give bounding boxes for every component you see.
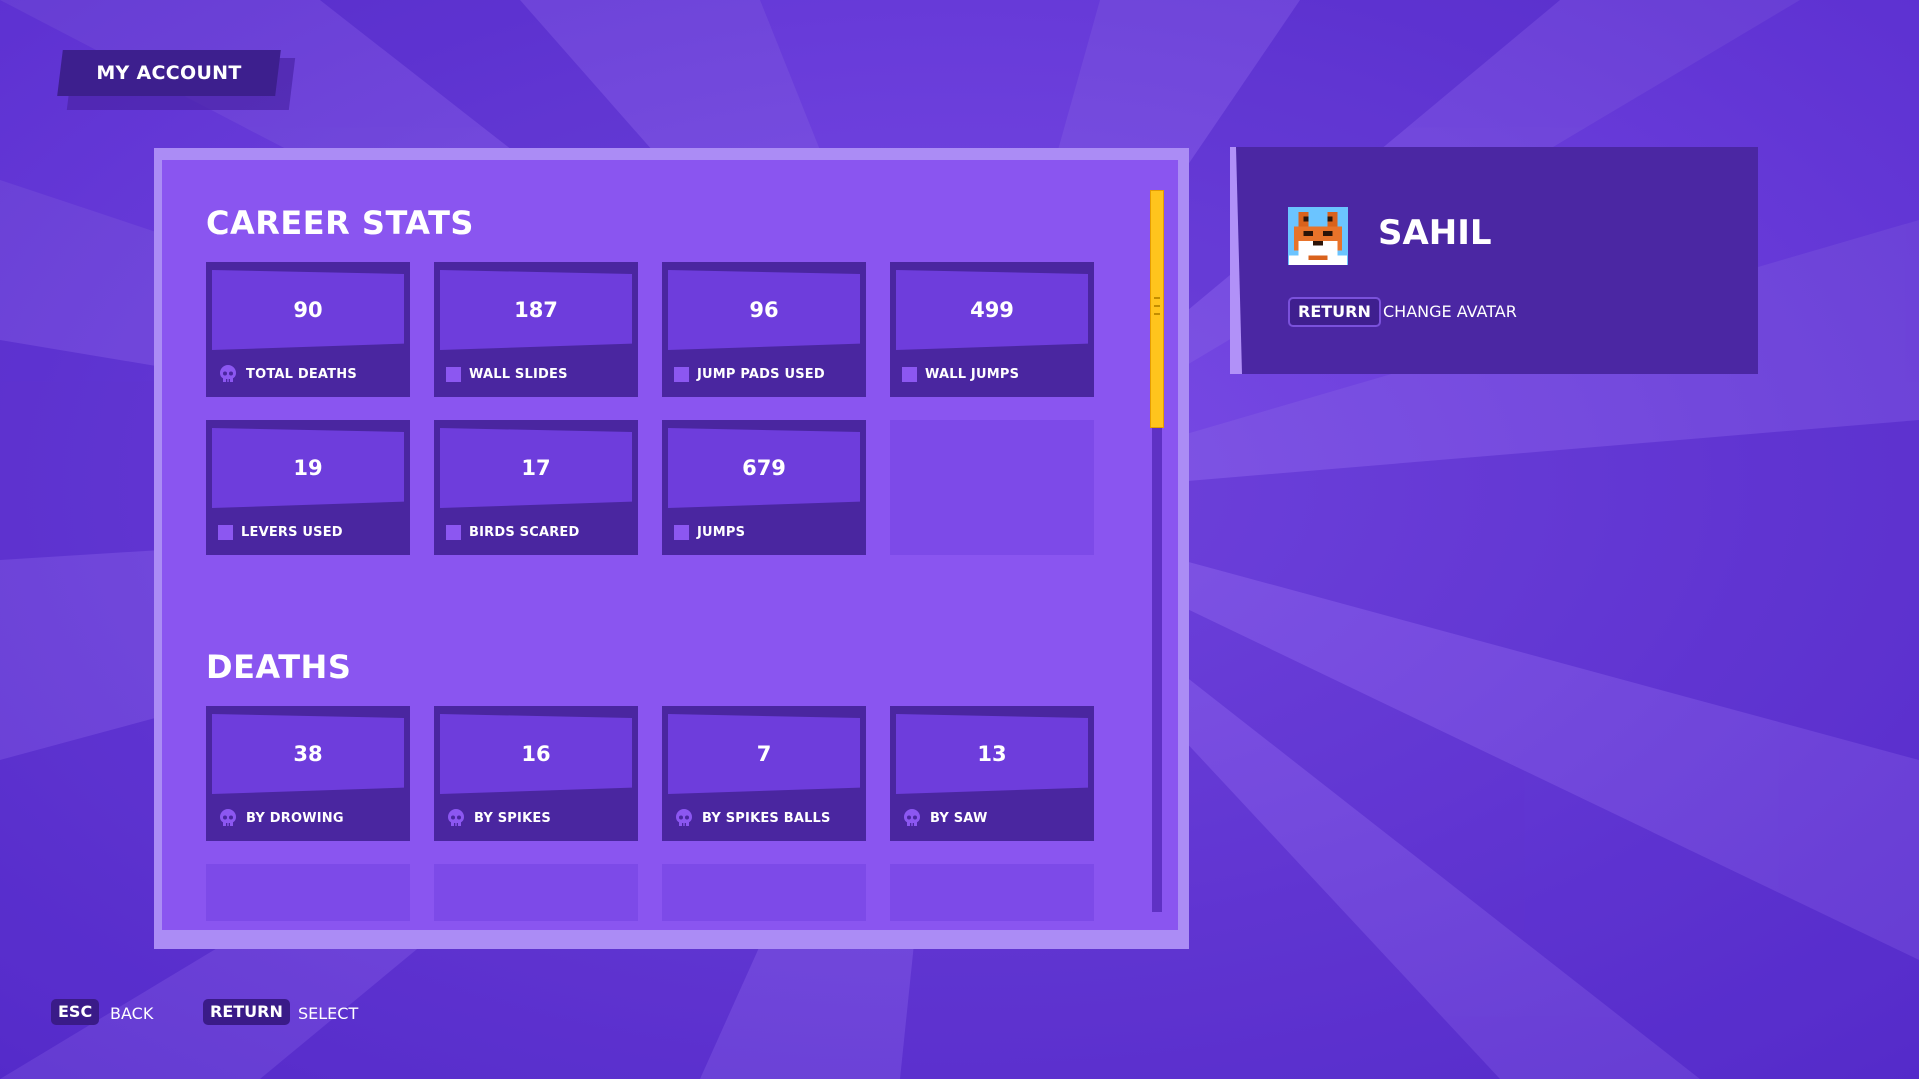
section-title-career-stats: CAREER STATS bbox=[206, 204, 474, 242]
stat-card-placeholder bbox=[662, 864, 866, 921]
stat-label: WALL SLIDES bbox=[469, 366, 568, 382]
stat-label: BY DROWING bbox=[246, 810, 344, 826]
stat-card-placeholder bbox=[206, 864, 410, 921]
stat-card-placeholder bbox=[890, 864, 1094, 921]
stat-label: JUMPS bbox=[697, 524, 746, 540]
stat-card-by-spikes-balls[interactable]: 7 BY SPIKES BALLS bbox=[662, 706, 866, 841]
skull-icon bbox=[220, 809, 236, 826]
square-icon bbox=[902, 366, 917, 382]
skull-icon bbox=[676, 809, 692, 826]
skull-icon bbox=[448, 809, 464, 826]
stat-value: 17 bbox=[521, 456, 551, 480]
stat-card-jump-pads-used[interactable]: 96 JUMP PADS USED bbox=[662, 262, 866, 397]
select-label[interactable]: SELECT bbox=[298, 1004, 358, 1023]
stat-label: TOTAL DEATHS bbox=[246, 366, 357, 382]
stat-label: JUMP PADS USED bbox=[697, 366, 825, 382]
stat-label: BY SPIKES BALLS bbox=[702, 810, 831, 826]
return-key-badge[interactable]: RETURN bbox=[203, 999, 290, 1025]
square-icon bbox=[674, 524, 689, 540]
stat-value: 90 bbox=[293, 298, 323, 322]
stat-value: 96 bbox=[749, 298, 779, 322]
stat-value: 679 bbox=[742, 456, 786, 480]
back-label[interactable]: BACK bbox=[110, 1004, 153, 1023]
stat-value: 499 bbox=[970, 298, 1014, 322]
square-icon bbox=[446, 366, 461, 382]
skull-icon bbox=[220, 365, 236, 382]
stat-card-total-deaths[interactable]: 90 TOTAL DEATHS bbox=[206, 262, 410, 397]
page-title: MY ACCOUNT bbox=[96, 62, 242, 84]
stat-card-wall-jumps[interactable]: 499 WALL JUMPS bbox=[890, 262, 1094, 397]
stat-card-jumps[interactable]: 679 JUMPS bbox=[662, 420, 866, 555]
square-icon bbox=[674, 366, 689, 382]
stat-card-by-saw[interactable]: 13 BY SAW bbox=[890, 706, 1094, 841]
scrollbar-grip bbox=[1154, 305, 1160, 307]
stat-card-levers-used[interactable]: 19 LEVERS USED bbox=[206, 420, 410, 555]
stats-panel[interactable]: CAREER STATS 90 TOTAL DEATHS 187 WALL SL… bbox=[162, 160, 1178, 930]
stat-value: 13 bbox=[977, 742, 1007, 766]
stats-panel-frame: CAREER STATS 90 TOTAL DEATHS 187 WALL SL… bbox=[154, 148, 1189, 949]
section-title-deaths: DEATHS bbox=[206, 648, 352, 686]
profile-panel: SAHIL RETURN CHANGE AVATAR bbox=[1230, 147, 1758, 374]
stat-card-placeholder bbox=[434, 864, 638, 921]
return-key-badge[interactable]: RETURN bbox=[1288, 297, 1381, 327]
esc-key-badge[interactable]: ESC bbox=[51, 999, 100, 1025]
stat-card-wall-slides[interactable]: 187 WALL SLIDES bbox=[434, 262, 638, 397]
stat-value: 38 bbox=[293, 742, 323, 766]
page-title-tag: MY ACCOUNT bbox=[57, 50, 296, 110]
stat-label: BIRDS SCARED bbox=[469, 524, 580, 540]
stat-value: 187 bbox=[514, 298, 558, 322]
stat-card-by-drowing[interactable]: 38 BY DROWING bbox=[206, 706, 410, 841]
fox-avatar-icon bbox=[1288, 207, 1348, 265]
square-icon bbox=[218, 524, 233, 540]
stat-card-by-spikes[interactable]: 16 BY SPIKES bbox=[434, 706, 638, 841]
square-icon bbox=[446, 524, 461, 540]
stat-card-empty bbox=[890, 420, 1094, 555]
stat-value: 7 bbox=[756, 742, 772, 766]
stat-label: BY SPIKES bbox=[474, 810, 551, 826]
stat-label: WALL JUMPS bbox=[925, 366, 1020, 382]
stat-value: 19 bbox=[293, 456, 323, 480]
stat-card-birds-scared[interactable]: 17 BIRDS SCARED bbox=[434, 420, 638, 555]
skull-icon bbox=[904, 809, 920, 826]
stat-label: BY SAW bbox=[930, 810, 988, 826]
profile-accent-strip bbox=[1230, 147, 1242, 374]
change-avatar-label[interactable]: CHANGE AVATAR bbox=[1383, 302, 1517, 321]
scrollbar-thumb[interactable] bbox=[1150, 190, 1164, 428]
player-name: SAHIL bbox=[1378, 213, 1492, 253]
stat-label: LEVERS USED bbox=[241, 524, 343, 540]
scrollbar-grip bbox=[1154, 313, 1160, 315]
stat-value: 16 bbox=[521, 742, 551, 766]
scrollbar-grip bbox=[1154, 297, 1160, 299]
